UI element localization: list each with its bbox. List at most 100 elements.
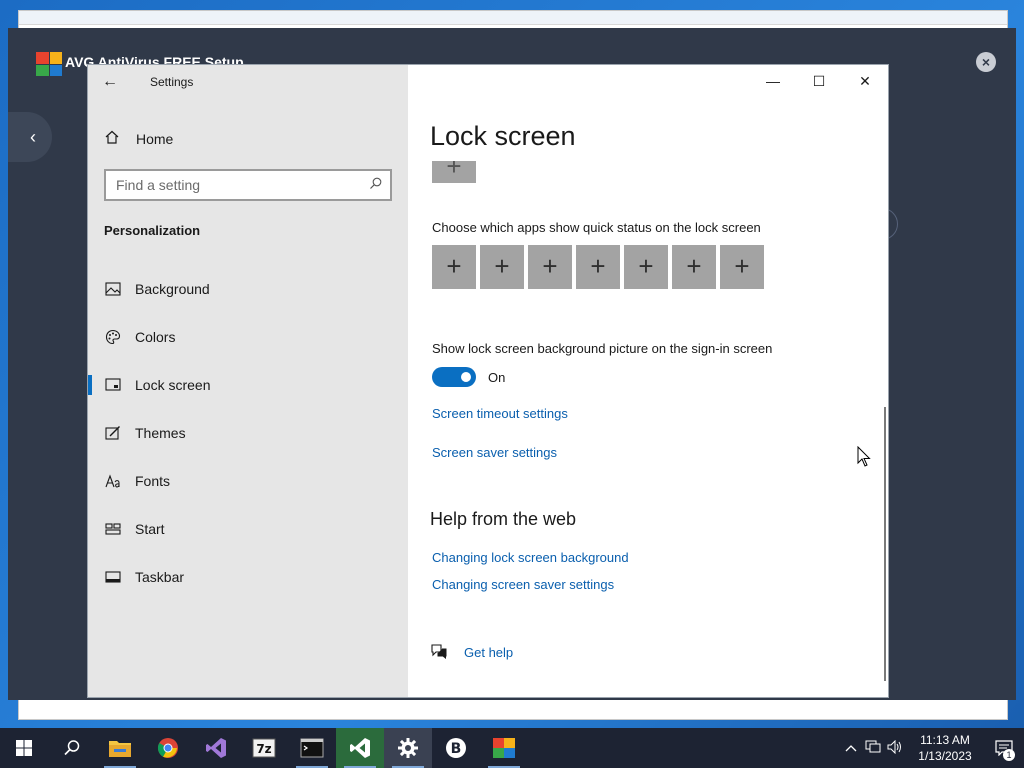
signin-background-toggle[interactable] bbox=[432, 367, 476, 387]
chevron-up-icon[interactable] bbox=[840, 741, 862, 755]
scrollbar[interactable] bbox=[884, 407, 886, 681]
notification-center-button[interactable]: 1 bbox=[984, 728, 1024, 768]
screen-timeout-link[interactable]: Screen timeout settings bbox=[432, 406, 568, 421]
quick-status-app-tile[interactable]: + bbox=[432, 245, 476, 289]
avg-close-button[interactable]: × bbox=[976, 52, 996, 72]
file-explorer-icon bbox=[109, 741, 131, 757]
notification-count-badge: 1 bbox=[1003, 749, 1015, 761]
sidebar-item-fonts[interactable]: Fonts bbox=[88, 457, 408, 505]
quick-status-app-tile[interactable]: + bbox=[576, 245, 620, 289]
help-link-screen-saver[interactable]: Changing screen saver settings bbox=[432, 577, 614, 592]
help-link-lock-screen-background[interactable]: Changing lock screen background bbox=[432, 550, 629, 565]
taskbar-terminal[interactable] bbox=[288, 728, 336, 768]
home-nav-item[interactable]: Home bbox=[104, 129, 173, 148]
search-input[interactable] bbox=[106, 171, 356, 199]
get-help-row[interactable]: Get help bbox=[430, 643, 513, 662]
maximize-button[interactable]: ☐ bbox=[796, 65, 842, 97]
taskbar-visual-studio-2[interactable] bbox=[336, 728, 384, 768]
chat-help-icon bbox=[430, 643, 448, 662]
settings-sidebar: ← Settings Home Personalization Backgrou… bbox=[88, 65, 408, 697]
quick-status-app-tile[interactable]: + bbox=[480, 245, 524, 289]
taskbar: 7z B 11:13 AM 1/13/2023 1 bbox=[0, 728, 1024, 768]
taskbar-icon bbox=[104, 568, 122, 586]
taskbar-7zip[interactable]: 7z bbox=[240, 728, 288, 768]
palette-icon bbox=[104, 328, 122, 346]
home-label: Home bbox=[136, 130, 174, 147]
chrome-icon bbox=[157, 738, 178, 758]
sidebar-item-label: Start bbox=[135, 521, 165, 537]
get-help-link[interactable]: Get help bbox=[464, 645, 513, 660]
visual-studio-active-icon bbox=[350, 738, 370, 758]
search-icon bbox=[369, 177, 382, 193]
quick-status-tiles: + + + + + + + bbox=[432, 245, 764, 289]
page-title: Lock screen bbox=[430, 121, 576, 151]
b-app-icon: B bbox=[446, 738, 466, 758]
taskbar-visual-studio[interactable] bbox=[192, 728, 240, 768]
settings-window: ← Settings Home Personalization Backgrou… bbox=[88, 65, 888, 697]
visual-studio-icon bbox=[206, 738, 226, 758]
sidebar-item-label: Colors bbox=[135, 329, 176, 345]
sidebar-item-start[interactable]: Start bbox=[88, 505, 408, 553]
mouse-cursor-icon bbox=[857, 446, 871, 467]
svg-text:7z: 7z bbox=[256, 742, 271, 756]
taskbar-b-app[interactable]: B bbox=[432, 728, 480, 768]
taskbar-chrome[interactable] bbox=[144, 728, 192, 768]
themes-icon bbox=[104, 424, 122, 442]
avg-back-button[interactable]: ‹ bbox=[8, 112, 52, 162]
clock-time: 11:13 AM bbox=[920, 733, 970, 747]
quick-status-app-tile[interactable]: + bbox=[672, 245, 716, 289]
detailed-status-app-tile[interactable]: + bbox=[432, 161, 476, 183]
settings-main-pane: — ☐ ✕ Lock screen + Choose which apps sh… bbox=[408, 65, 888, 697]
background-window-strip bbox=[19, 11, 1007, 25]
quick-status-app-tile[interactable]: + bbox=[720, 245, 764, 289]
search-icon bbox=[64, 740, 80, 756]
sidebar-nav: Background Colors Lock screen Themes Fon… bbox=[88, 265, 408, 601]
sidebar-item-label: Fonts bbox=[135, 473, 171, 489]
taskbar-settings[interactable] bbox=[384, 728, 432, 768]
search-box[interactable] bbox=[104, 169, 392, 201]
signin-background-toggle-row: On bbox=[432, 367, 505, 387]
clock[interactable]: 11:13 AM 1/13/2023 bbox=[906, 732, 984, 764]
screen-saver-link[interactable]: Screen saver settings bbox=[432, 445, 557, 460]
sidebar-item-lock-screen[interactable]: Lock screen bbox=[88, 361, 408, 409]
sidebar-item-taskbar[interactable]: Taskbar bbox=[88, 553, 408, 601]
sidebar-item-colors[interactable]: Colors bbox=[88, 313, 408, 361]
terminal-icon bbox=[300, 738, 324, 758]
taskbar-file-explorer[interactable] bbox=[96, 728, 144, 768]
windows-logo-icon bbox=[16, 740, 32, 756]
volume-icon[interactable] bbox=[884, 739, 906, 757]
toggle-knob bbox=[461, 372, 471, 382]
sidebar-item-label: Background bbox=[135, 281, 210, 297]
help-section-title: Help from the web bbox=[430, 509, 577, 529]
toggle-state-label: On bbox=[488, 369, 506, 385]
home-icon bbox=[104, 129, 122, 148]
close-button[interactable]: ✕ bbox=[842, 65, 888, 97]
avg-logo-icon bbox=[36, 52, 62, 76]
signin-background-label: Show lock screen background picture on t… bbox=[432, 341, 773, 356]
minimize-button[interactable]: — bbox=[750, 65, 796, 97]
start-button[interactable] bbox=[0, 728, 48, 768]
back-arrow-icon[interactable]: ← bbox=[102, 71, 124, 93]
window-controls: — ☐ ✕ bbox=[750, 65, 888, 97]
app-title: Settings bbox=[150, 75, 194, 89]
clock-date: 1/13/2023 bbox=[918, 749, 972, 763]
sidebar-item-label: Lock screen bbox=[135, 377, 211, 393]
network-icon[interactable] bbox=[862, 740, 884, 757]
avg-icon bbox=[493, 738, 515, 758]
sidebar-item-label: Themes bbox=[135, 425, 186, 441]
quick-status-app-tile[interactable]: + bbox=[624, 245, 668, 289]
sidebar-item-background[interactable]: Background bbox=[88, 265, 408, 313]
svg-text:B: B bbox=[451, 741, 462, 757]
settings-icon bbox=[398, 738, 418, 758]
taskbar-search-button[interactable] bbox=[48, 728, 96, 768]
fonts-icon bbox=[104, 472, 122, 490]
sidebar-item-label: Taskbar bbox=[135, 569, 185, 585]
7zip-icon: 7z bbox=[252, 738, 276, 758]
taskbar-avg[interactable] bbox=[480, 728, 528, 768]
start-icon bbox=[104, 520, 122, 538]
plus-icon: + bbox=[446, 161, 462, 181]
section-title: Personalization bbox=[104, 223, 201, 238]
quick-status-label: Choose which apps show quick status on t… bbox=[432, 220, 761, 235]
sidebar-item-themes[interactable]: Themes bbox=[88, 409, 408, 457]
quick-status-app-tile[interactable]: + bbox=[528, 245, 572, 289]
